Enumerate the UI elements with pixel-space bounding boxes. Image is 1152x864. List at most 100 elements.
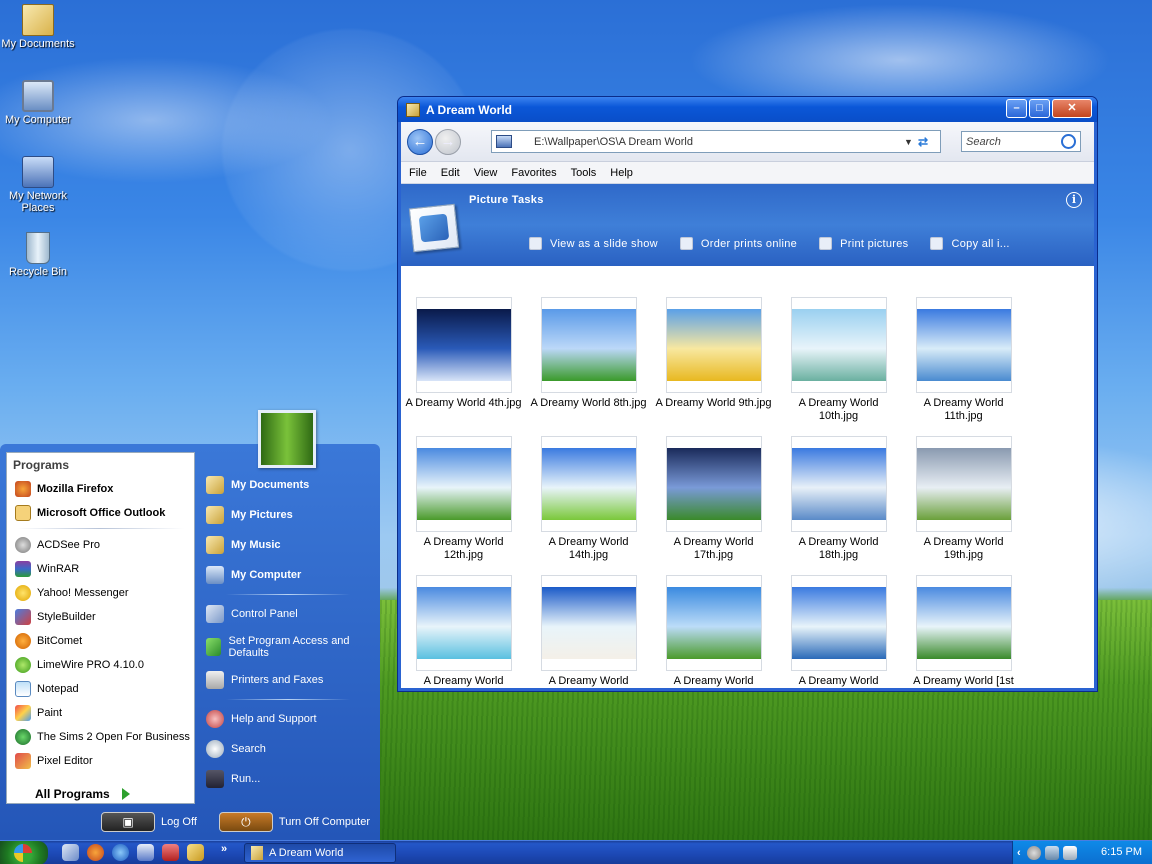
place-program-access[interactable]: Set Program Access and Defaults bbox=[200, 629, 370, 665]
thumbnail-frame bbox=[915, 297, 1012, 393]
place-printers-faxes[interactable]: Printers and Faxes bbox=[200, 665, 370, 695]
thumbnail-item[interactable]: A Dreamy World 22nd.jpg bbox=[401, 575, 526, 688]
program-limewire[interactable]: LimeWire PRO 4.10.0 bbox=[7, 653, 194, 677]
clock[interactable]: 6:15 PM bbox=[1101, 846, 1142, 858]
info-icon[interactable]: i bbox=[1066, 192, 1082, 208]
search-input[interactable]: Search bbox=[961, 131, 1081, 152]
program-sims2[interactable]: The Sims 2 Open For Business bbox=[7, 725, 194, 749]
desktop-icon-label: My Network Places bbox=[8, 190, 68, 214]
chevron-left-icon[interactable]: ‹ bbox=[1017, 847, 1021, 859]
desktop-icon-network-places[interactable]: My Network Places bbox=[0, 156, 76, 214]
thumbnail-item[interactable]: A Dreamy World 17th.jpg bbox=[651, 436, 776, 571]
program-firefox[interactable]: Mozilla Firefox bbox=[7, 477, 194, 501]
task-copy-all[interactable]: Copy all i... bbox=[930, 237, 1009, 250]
notepad-icon bbox=[15, 681, 31, 697]
maximize-button[interactable]: □ bbox=[1029, 99, 1050, 118]
all-programs-button[interactable]: All Programs bbox=[35, 787, 130, 801]
program-label: Pixel Editor bbox=[37, 755, 93, 767]
desktop-icon-my-computer[interactable]: My Computer bbox=[0, 80, 76, 126]
thumbnail-item[interactable]: A Dreamy World 9th.jpg bbox=[651, 297, 776, 432]
search-icon[interactable] bbox=[1061, 134, 1076, 149]
menu-tools[interactable]: Tools bbox=[571, 167, 597, 179]
chevron-down-icon[interactable]: ▼ bbox=[904, 137, 918, 147]
program-bitcomet[interactable]: BitComet bbox=[7, 629, 194, 653]
program-stylebuilder[interactable]: StyleBuilder bbox=[7, 605, 194, 629]
program-notepad[interactable]: Notepad bbox=[7, 677, 194, 701]
user-picture[interactable] bbox=[258, 410, 316, 468]
place-my-computer[interactable]: My Computer bbox=[200, 560, 370, 590]
thumbnail-caption: A Dreamy World 11th.jpg bbox=[923, 397, 1004, 422]
task-order-prints[interactable]: Order prints online bbox=[679, 237, 797, 250]
thumbnail-item[interactable]: A Dreamy World 26th.jpg bbox=[776, 575, 901, 688]
program-acdsee[interactable]: ACDSee Pro bbox=[7, 533, 194, 557]
explorer-window[interactable]: A Dream World – □ ✕ ← → E:\Wallpaper\OS\… bbox=[397, 96, 1098, 692]
thumbnail-item[interactable]: A Dreamy World 11th.jpg bbox=[901, 297, 1026, 432]
menu-help[interactable]: Help bbox=[610, 167, 633, 179]
all-programs-label: All Programs bbox=[35, 787, 110, 801]
log-off-button[interactable]: ▣ Log Off bbox=[101, 812, 197, 832]
windows-media-icon[interactable] bbox=[137, 844, 154, 861]
desktop-icon-recycle-bin[interactable]: Recycle Bin bbox=[0, 232, 76, 278]
program-label: Yahoo! Messenger bbox=[37, 587, 129, 599]
window-titlebar[interactable]: A Dream World – □ ✕ bbox=[398, 97, 1097, 122]
turn-off-button[interactable]: ⏻ Turn Off Computer bbox=[218, 812, 370, 832]
network-places-icon bbox=[22, 156, 54, 188]
thumbnail-item[interactable]: A Dreamy World 8th.jpg bbox=[526, 297, 651, 432]
thumbnail-item[interactable]: A Dreamy World 14th.jpg bbox=[526, 436, 651, 571]
thumbnail-item[interactable]: A Dreamy World 4th.jpg bbox=[401, 297, 526, 432]
thumbnail-item[interactable]: A Dreamy World 12th.jpg bbox=[401, 436, 526, 571]
program-paint[interactable]: Paint bbox=[7, 701, 194, 725]
desktop-icon-my-documents[interactable]: My Documents bbox=[0, 4, 76, 50]
address-bar[interactable]: E:\Wallpaper\OS\A Dream World ▼ ⇄ bbox=[491, 130, 941, 153]
task-label: A Dream World bbox=[269, 847, 344, 859]
place-label: Run... bbox=[231, 773, 261, 785]
place-label: My Music bbox=[231, 539, 281, 551]
thumbnail-item[interactable]: A Dreamy World 19th.jpg bbox=[901, 436, 1026, 571]
program-winrar[interactable]: WinRAR bbox=[7, 557, 194, 581]
thumbnail-view[interactable]: A Dreamy World 4th.jpg A Dreamy World 8th… bbox=[401, 287, 1094, 688]
close-button[interactable]: ✕ bbox=[1052, 99, 1092, 118]
program-yahoo[interactable]: Yahoo! Messenger bbox=[7, 581, 194, 605]
place-help-support[interactable]: Help and Support bbox=[200, 704, 370, 734]
thumbnail-item[interactable]: A Dreamy World 24th.jpg bbox=[651, 575, 776, 688]
start-button[interactable] bbox=[0, 841, 48, 864]
firefox-icon[interactable] bbox=[87, 844, 104, 861]
my-music-icon bbox=[206, 536, 224, 554]
thumbnail-item[interactable]: A Dreamy World 10th.jpg bbox=[776, 297, 901, 432]
place-my-documents[interactable]: My Documents bbox=[200, 470, 370, 500]
place-run[interactable]: Run... bbox=[200, 764, 370, 794]
volume-icon[interactable] bbox=[1062, 846, 1077, 860]
network-icon[interactable] bbox=[1044, 846, 1059, 860]
menu-view[interactable]: View bbox=[474, 167, 498, 179]
menu-favorites[interactable]: Favorites bbox=[511, 167, 556, 179]
show-desktop-icon[interactable] bbox=[62, 844, 79, 861]
task-print-pictures[interactable]: Print pictures bbox=[819, 237, 908, 250]
place-control-panel[interactable]: Control Panel bbox=[200, 599, 370, 629]
quick-launch-more-icon[interactable]: » bbox=[221, 843, 227, 855]
program-outlook[interactable]: Microsoft Office Outlook bbox=[7, 501, 194, 525]
forward-button[interactable]: → bbox=[435, 128, 461, 155]
refresh-icon[interactable]: ⇄ bbox=[918, 135, 940, 149]
place-my-music[interactable]: My Music bbox=[200, 530, 370, 560]
thumbnail-frame bbox=[415, 297, 512, 393]
program-pixel-editor[interactable]: Pixel Editor bbox=[7, 749, 194, 773]
thumbnail-item[interactable]: A Dreamy World 23rd.jpg bbox=[526, 575, 651, 688]
thumbnail-caption: A Dreamy World 18th.jpg bbox=[798, 536, 879, 561]
taskbar-task-explorer[interactable]: A Dream World bbox=[244, 843, 396, 863]
place-my-pictures[interactable]: My Pictures bbox=[200, 500, 370, 530]
menu-edit[interactable]: Edit bbox=[441, 167, 460, 179]
internet-explorer-icon[interactable] bbox=[112, 844, 129, 861]
windows-logo-icon bbox=[14, 844, 32, 862]
thumbnail-item[interactable]: A Dreamy World 18th.jpg bbox=[776, 436, 901, 571]
printer-icon bbox=[819, 237, 833, 250]
media-player-icon[interactable] bbox=[162, 844, 179, 861]
menu-file[interactable]: File bbox=[409, 167, 427, 179]
task-label: View as a slide show bbox=[550, 237, 658, 250]
minimize-button[interactable]: – bbox=[1006, 99, 1027, 118]
back-button[interactable]: ← bbox=[407, 128, 433, 155]
thumbnail-item[interactable]: A Dreamy World [1st Edit].jpg bbox=[901, 575, 1026, 688]
tray-app-icon[interactable] bbox=[1026, 846, 1041, 860]
quick-launch-icon[interactable] bbox=[187, 844, 204, 861]
task-slide-show[interactable]: View as a slide show bbox=[529, 237, 658, 250]
place-search[interactable]: Search bbox=[200, 734, 370, 764]
